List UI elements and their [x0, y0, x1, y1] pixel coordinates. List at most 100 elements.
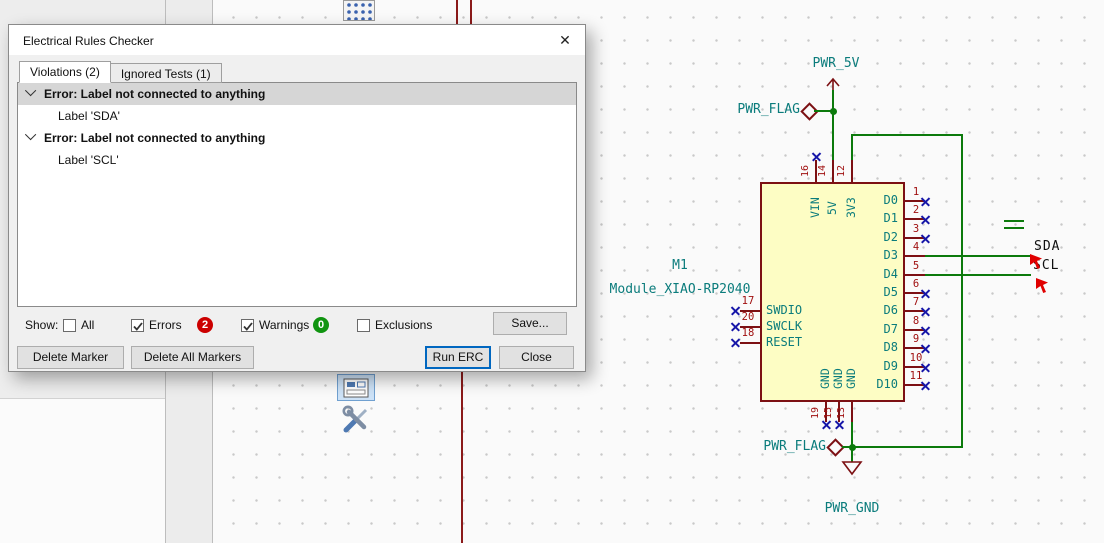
check-icon [133, 321, 143, 331]
pin-name: SWCLK [766, 319, 803, 333]
filter-exclusions[interactable]: Exclusions [357, 317, 432, 333]
erc-marker-icon[interactable] [1028, 252, 1047, 271]
wire-segment[interactable] [925, 274, 1031, 276]
no-connect-icon [731, 322, 740, 331]
pin-name: D2 [883, 230, 898, 244]
component-reference[interactable]: M1 [640, 258, 720, 273]
power-label-pwrgnd[interactable]: PWR_GND [811, 501, 893, 516]
wire-segment[interactable] [832, 90, 834, 162]
close-button[interactable]: Close [499, 346, 574, 369]
kicad-window: PWR_5V PWR_FLAG M1 Module_XIAO-RP2040 VI… [0, 0, 1104, 543]
dialog-titlebar[interactable]: Electrical Rules Checker ✕ [9, 25, 585, 55]
save-button[interactable]: Save... [493, 312, 567, 335]
show-label: Show: [25, 318, 59, 332]
wire-segment[interactable] [842, 446, 851, 448]
expander-icon[interactable] [24, 84, 37, 97]
no-connect-icon [921, 381, 930, 390]
pin-stub [832, 160, 834, 182]
erc-dialog: Electrical Rules Checker ✕ Violations (2… [8, 24, 586, 372]
pin-number: 5 [912, 260, 920, 272]
no-connect-icon [921, 197, 930, 206]
pin-name: D9 [883, 359, 898, 373]
expander-icon[interactable] [24, 128, 37, 141]
violation-detail-row[interactable]: Label 'SCL' [18, 149, 576, 171]
filter-exclusions-label: Exclusions [375, 318, 433, 332]
pin-name: D6 [883, 303, 898, 317]
no-connect-icon [822, 420, 831, 429]
power-flag-top-label[interactable]: PWR_FLAG [726, 102, 800, 117]
delete-all-markers-button[interactable]: Delete All Markers [131, 346, 254, 369]
power-label-pwr5v[interactable]: PWR_5V [798, 56, 874, 71]
pin-name: D5 [883, 285, 898, 299]
wire-segment[interactable] [814, 110, 833, 112]
filter-errors[interactable]: Errors [131, 317, 182, 333]
wire-stub[interactable] [1004, 220, 1024, 222]
no-connect-icon [835, 420, 844, 429]
pin-number: 18 [741, 327, 755, 339]
violation-header-row[interactable]: Error: Label not connected to anything [18, 83, 576, 105]
filter-all-label: All [81, 318, 95, 332]
bus-line[interactable] [470, 0, 472, 26]
violation-detail-text: Label 'SCL' [58, 153, 119, 167]
violation-detail-row[interactable]: Label 'SDA' [18, 105, 576, 127]
no-connect-icon [731, 306, 740, 315]
wire-segment[interactable] [961, 134, 963, 448]
pin-stub [740, 326, 760, 328]
pin-stub [740, 310, 760, 312]
wire-segment[interactable] [851, 422, 853, 462]
checkbox-exclusions[interactable] [357, 318, 370, 332]
pin-stub [851, 160, 853, 182]
wire-stub[interactable] [1004, 227, 1024, 229]
pin-stub [740, 342, 760, 344]
tab-ignored-tests[interactable]: Ignored Tests (1) [109, 63, 222, 83]
close-icon[interactable]: ✕ [553, 30, 577, 50]
pin-name: D3 [883, 248, 898, 262]
no-connect-icon [812, 152, 821, 161]
pin-number: 12 [836, 164, 847, 178]
no-connect-icon [921, 289, 930, 298]
dialog-title: Electrical Rules Checker [23, 34, 154, 48]
pin-number: 20 [741, 311, 755, 323]
pin-name: VIN [808, 197, 822, 219]
checkbox-errors[interactable] [131, 318, 144, 332]
pin-name: RESET [766, 335, 803, 349]
erc-marker-icon[interactable] [1034, 276, 1053, 295]
tab-violations[interactable]: Violations (2) [19, 61, 111, 83]
no-connect-icon [921, 363, 930, 372]
delete-marker-button[interactable]: Delete Marker [17, 346, 124, 369]
checkbox-warnings[interactable] [241, 318, 254, 332]
filter-errors-label: Errors [149, 318, 182, 332]
gnd-symbol-icon[interactable] [841, 460, 863, 476]
wire-segment[interactable] [925, 255, 1031, 257]
check-icon [243, 321, 253, 331]
filter-warnings[interactable]: Warnings [241, 317, 309, 333]
power-flag-bottom-label[interactable]: PWR_FLAG [750, 439, 826, 454]
no-connect-icon [921, 234, 930, 243]
violations-list[interactable]: Error: Label not connected to anything L… [17, 82, 577, 307]
pin-name: D8 [883, 340, 898, 354]
errors-count-badge: 2 [197, 317, 213, 333]
pin-stub [905, 255, 925, 257]
warnings-count-badge: 0 [313, 317, 329, 333]
no-connect-icon [731, 338, 740, 347]
violation-detail-text: Label 'SDA' [58, 109, 120, 123]
filter-warnings-label: Warnings [259, 318, 310, 332]
wire-segment[interactable] [852, 446, 963, 448]
wire-segment[interactable] [851, 134, 963, 136]
pin-name: D0 [883, 193, 898, 207]
wire-segment[interactable] [851, 134, 853, 162]
violation-header-row[interactable]: Error: Label not connected to anything [18, 127, 576, 149]
filter-all[interactable]: All [63, 317, 94, 333]
pin-number: 14 [817, 164, 828, 178]
bus-line[interactable] [456, 0, 458, 26]
pin-number: 16 [800, 164, 811, 178]
run-erc-button[interactable]: Run ERC [425, 346, 491, 369]
no-connect-icon [921, 307, 930, 316]
pin-name: D7 [883, 322, 898, 336]
pin-name: D10 [876, 377, 898, 391]
checkbox-all[interactable] [63, 318, 76, 332]
bus-line[interactable] [461, 372, 463, 543]
pin-stub [905, 274, 925, 276]
no-connect-icon [921, 215, 930, 224]
pin-name: D4 [883, 267, 898, 281]
